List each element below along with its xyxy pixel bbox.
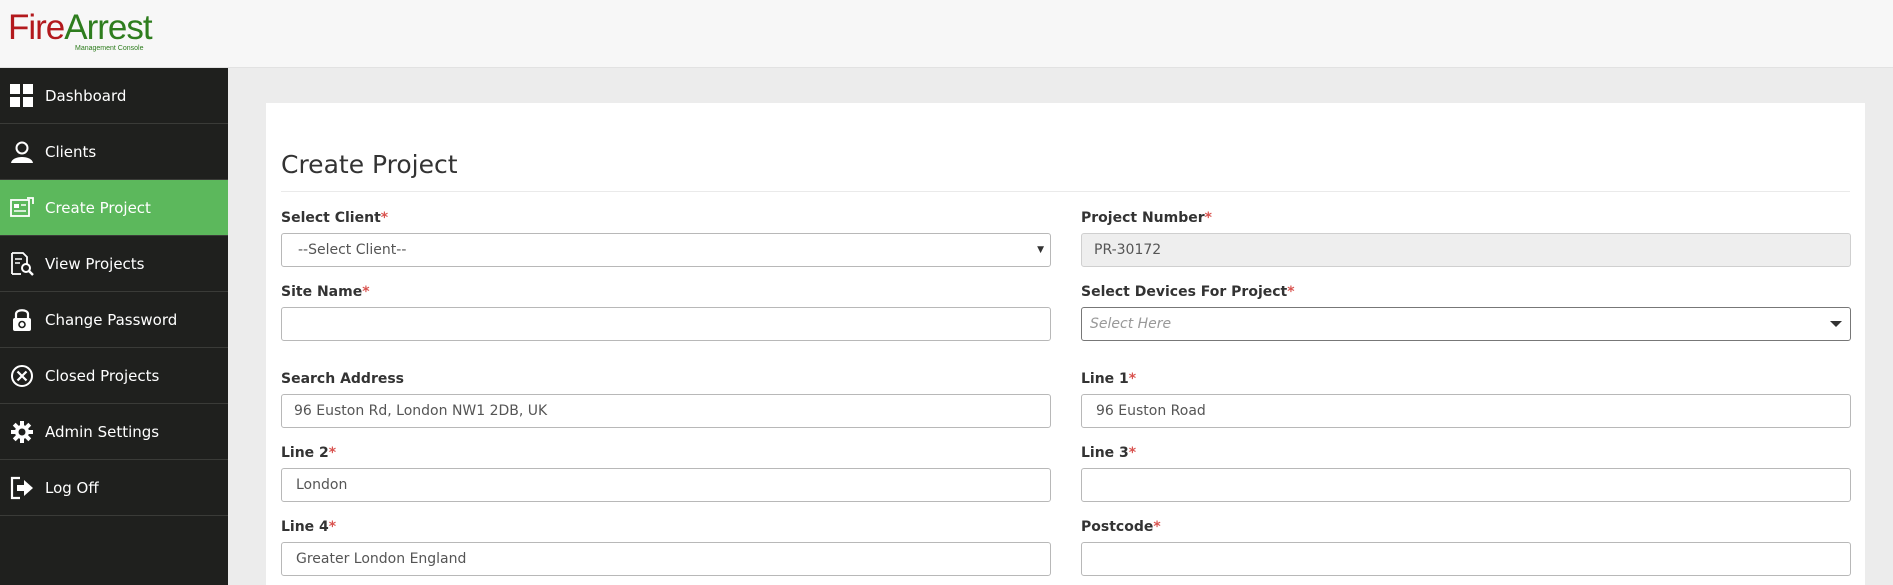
dashboard-icon (10, 84, 33, 107)
top-header: FireArrest Management Console (0, 0, 1893, 68)
field-label-text: Line 1 (1081, 371, 1129, 387)
field-label-text: Select Devices For Project (1081, 284, 1288, 300)
select-devices-dropdown[interactable]: Select Here (1081, 307, 1851, 341)
logo-subtitle: Management Console (75, 45, 144, 52)
select-client-label: Select Client* (281, 210, 388, 226)
required-marker: * (1128, 445, 1137, 461)
site-name-label: Site Name* (281, 284, 370, 300)
line4-value: Greater London England (296, 551, 467, 567)
postcode-label: Postcode* (1081, 519, 1161, 535)
view-projects-icon (11, 252, 34, 276)
search-address-input[interactable]: 96 Euston Rd, London NW1 2DB, UK (281, 394, 1051, 428)
sidebar-item-log-off[interactable]: Log Off (0, 460, 228, 516)
close-circle-icon (11, 365, 33, 387)
field-label-text: Site Name (281, 284, 363, 300)
search-address-value: 96 Euston Rd, London NW1 2DB, UK (294, 403, 548, 419)
sidebar-item-label: Clients (45, 143, 97, 161)
create-project-panel: Create Project Select Client* --Select C… (266, 103, 1865, 585)
sidebar-item-closed-projects[interactable]: Closed Projects (0, 348, 228, 404)
field-label-text: Search Address (281, 371, 405, 387)
sidebar-item-label: Dashboard (45, 87, 127, 105)
required-marker: * (1204, 210, 1212, 226)
required-marker: * (380, 210, 389, 226)
line2-input[interactable]: London (281, 468, 1051, 502)
sidebar-item-admin-settings[interactable]: Admin Settings (0, 404, 228, 460)
required-marker: * (328, 445, 337, 461)
lock-icon (13, 309, 31, 331)
required-marker: * (1128, 371, 1137, 387)
logo-arrest-text: Arrest (64, 8, 152, 47)
field-label-text: Postcode (1081, 519, 1154, 535)
line3-label: Line 3* (1081, 445, 1136, 461)
line4-input[interactable]: Greater London England (281, 542, 1051, 576)
site-name-input[interactable] (281, 307, 1051, 341)
select-client-value: --Select Client-- (298, 242, 407, 258)
sidebar-item-change-password[interactable]: Change Password (0, 292, 228, 348)
field-label-text: Line 3 (1081, 445, 1129, 461)
project-number-label: Project Number* (1081, 210, 1212, 226)
firearrest-logo[interactable]: FireArrest Management Console (8, 8, 158, 58)
line2-value: London (296, 477, 348, 493)
required-marker: * (328, 519, 337, 535)
line2-label: Line 2* (281, 445, 336, 461)
postcode-input[interactable] (1081, 542, 1851, 576)
line1-value: 96 Euston Road (1096, 403, 1206, 419)
field-label-text: Line 4 (281, 519, 329, 535)
create-project-icon (10, 197, 34, 217)
chevron-down-icon: ▼ (1037, 245, 1044, 255)
sidebar-item-label: Log Off (45, 479, 99, 497)
sidebar-item-view-projects[interactable]: View Projects (0, 236, 228, 292)
sidebar-item-clients[interactable]: Clients (0, 124, 228, 180)
select-client-dropdown[interactable]: --Select Client-- ▼ (281, 233, 1051, 267)
sidebar-item-label: Closed Projects (45, 367, 160, 385)
page-title: Create Project (281, 150, 458, 179)
caret-down-icon (1830, 321, 1842, 327)
sidebar-item-create-project[interactable]: Create Project (0, 180, 228, 236)
sidebar-item-label: Admin Settings (45, 423, 160, 441)
select-devices-label: Select Devices For Project* (1081, 284, 1295, 300)
line1-input[interactable]: 96 Euston Road (1081, 394, 1851, 428)
sidebar-item-dashboard[interactable]: Dashboard (0, 68, 228, 124)
select-devices-placeholder: Select Here (1090, 316, 1172, 332)
user-icon (11, 141, 33, 163)
project-number-value: PR-30172 (1094, 242, 1162, 258)
sidebar-item-label: Create Project (45, 199, 151, 217)
field-label-text: Line 2 (281, 445, 329, 461)
sidebar-item-label: View Projects (45, 255, 145, 273)
title-divider (281, 191, 1850, 192)
field-label-text: Select Client (281, 210, 381, 226)
required-marker: * (1287, 284, 1295, 300)
search-address-label: Search Address (281, 371, 404, 387)
gear-icon (11, 421, 33, 443)
sidebar-item-label: Change Password (45, 311, 178, 329)
line1-label: Line 1* (1081, 371, 1136, 387)
project-number-field: PR-30172 (1081, 233, 1851, 267)
field-label-text: Project Number (1081, 210, 1205, 226)
logout-icon (10, 476, 33, 500)
logo-fire-text: Fire (8, 8, 65, 47)
logo-wordmark: FireArrest (8, 8, 158, 48)
required-marker: * (362, 284, 370, 300)
line4-label: Line 4* (281, 519, 336, 535)
line3-input[interactable] (1081, 468, 1851, 502)
required-marker: * (1153, 519, 1161, 535)
sidebar-nav: Dashboard Clients Create Project View Pr… (0, 68, 228, 585)
